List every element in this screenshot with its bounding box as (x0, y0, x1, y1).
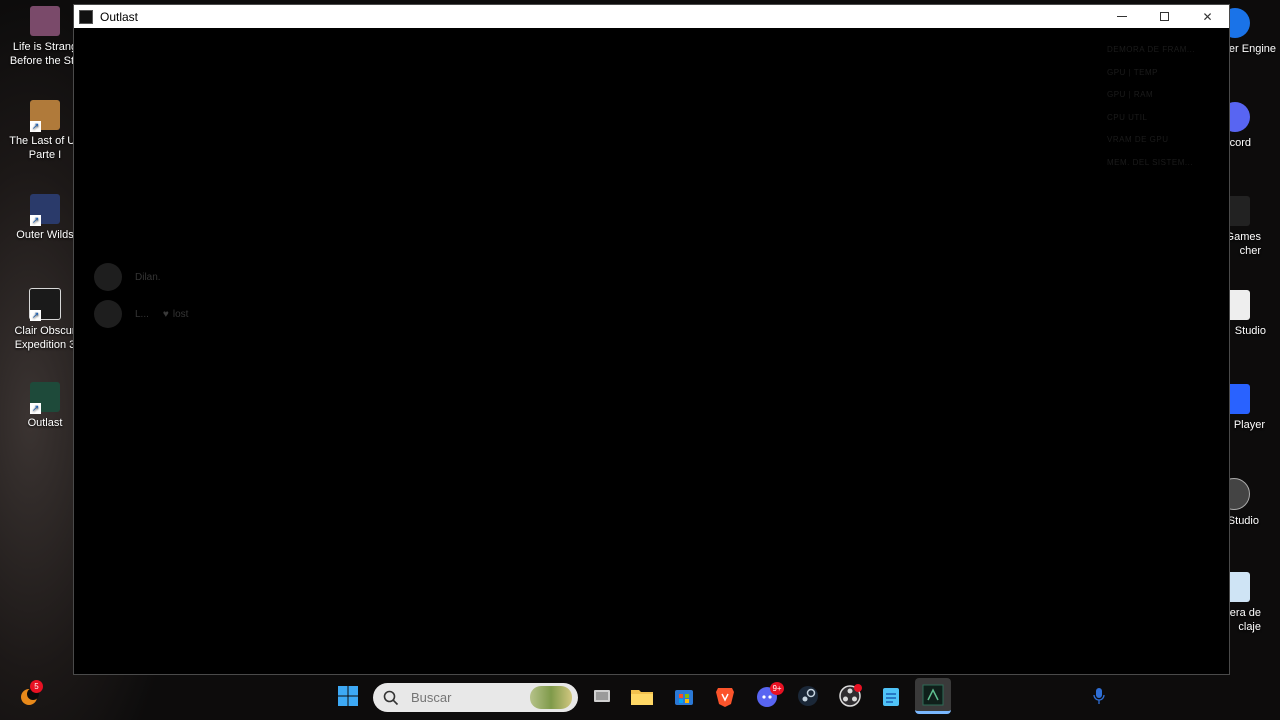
game-icon: ↗ (30, 382, 60, 414)
game-icon: ↗ (30, 194, 60, 226)
start-button[interactable] (332, 678, 364, 714)
windows-icon (338, 686, 358, 706)
voice-chat-user: L... ♥ lost (94, 300, 188, 328)
shortcut-arrow-icon: ↗ (30, 310, 41, 321)
overlay-line: GPU | RAM (1107, 90, 1154, 99)
notification-badge: 5 (30, 680, 43, 693)
weather-widget[interactable]: 5 (14, 678, 46, 714)
notification-badge: 9+ (770, 682, 784, 695)
game-icon (30, 6, 60, 36)
store-icon (675, 690, 693, 705)
user-status-text: lost (172, 308, 189, 320)
taskbar-search[interactable] (373, 683, 578, 712)
notepad-button[interactable] (875, 678, 907, 714)
maximize-button[interactable] (1143, 5, 1186, 28)
overlay-line: DEMORA DE FRAM... (1107, 45, 1196, 54)
window-title: Outlast (100, 9, 139, 24)
overlay-line: GPU | TEMP (1107, 67, 1158, 77)
microsoft-store-button[interactable] (668, 678, 700, 714)
search-highlight-image (530, 686, 572, 709)
outlast-window[interactable]: Outlast ✕ DEMORA DE FRAM... GPU | TEMP G… (73, 4, 1230, 675)
obs-icon (839, 684, 862, 707)
overlay-line: MEM. DEL SISTEM... (1107, 157, 1194, 167)
heart-icon: ♥ (162, 308, 169, 320)
folder-icon (631, 690, 653, 705)
search-input[interactable] (409, 689, 533, 706)
performance-overlay: DEMORA DE FRAM... GPU | TEMP GPU | RAM C… (1107, 39, 1203, 174)
close-icon: ✕ (1202, 9, 1213, 24)
user-status: ♥ lost (163, 309, 189, 320)
brave-browser-button[interactable] (709, 678, 741, 714)
shortcut-arrow-icon: ↗ (30, 215, 41, 226)
voice-chat-user: Dilan. (94, 263, 161, 291)
search-icon (383, 690, 399, 705)
user-name: L... (135, 308, 149, 320)
discord-button[interactable]: 9+ (751, 678, 784, 714)
task-view-button[interactable] (586, 678, 618, 714)
user-name: Dilan. (135, 271, 161, 283)
overlay-line: VRAM DE GPU (1107, 135, 1169, 144)
outlast-icon (922, 684, 944, 705)
notepad-icon (883, 688, 899, 706)
task-view-icon (594, 690, 610, 702)
shortcut-arrow-icon: ↗ (30, 121, 41, 132)
steam-icon (798, 686, 818, 706)
file-explorer-button[interactable] (626, 678, 658, 714)
brave-icon (716, 688, 734, 707)
shortcut-arrow-icon: ↗ (30, 403, 41, 414)
minimize-icon (1116, 16, 1127, 17)
close-button[interactable]: ✕ (1186, 5, 1229, 28)
window-titlebar[interactable]: Outlast ✕ (74, 5, 1229, 28)
microphone-icon (1093, 688, 1105, 704)
minimize-button[interactable] (1100, 5, 1143, 28)
avatar (94, 263, 122, 291)
overlay-line: CPU UTIL (1107, 112, 1148, 122)
outlast-taskbar-button[interactable] (915, 678, 951, 714)
app-icon (79, 9, 93, 24)
steam-button[interactable] (792, 678, 824, 714)
game-icon: ↗ (29, 288, 61, 321)
avatar (94, 300, 122, 328)
obs-button[interactable] (834, 678, 866, 714)
maximize-icon (1160, 12, 1169, 21)
microphone-indicator[interactable] (1083, 678, 1115, 714)
game-icon: ↗ (30, 100, 60, 132)
